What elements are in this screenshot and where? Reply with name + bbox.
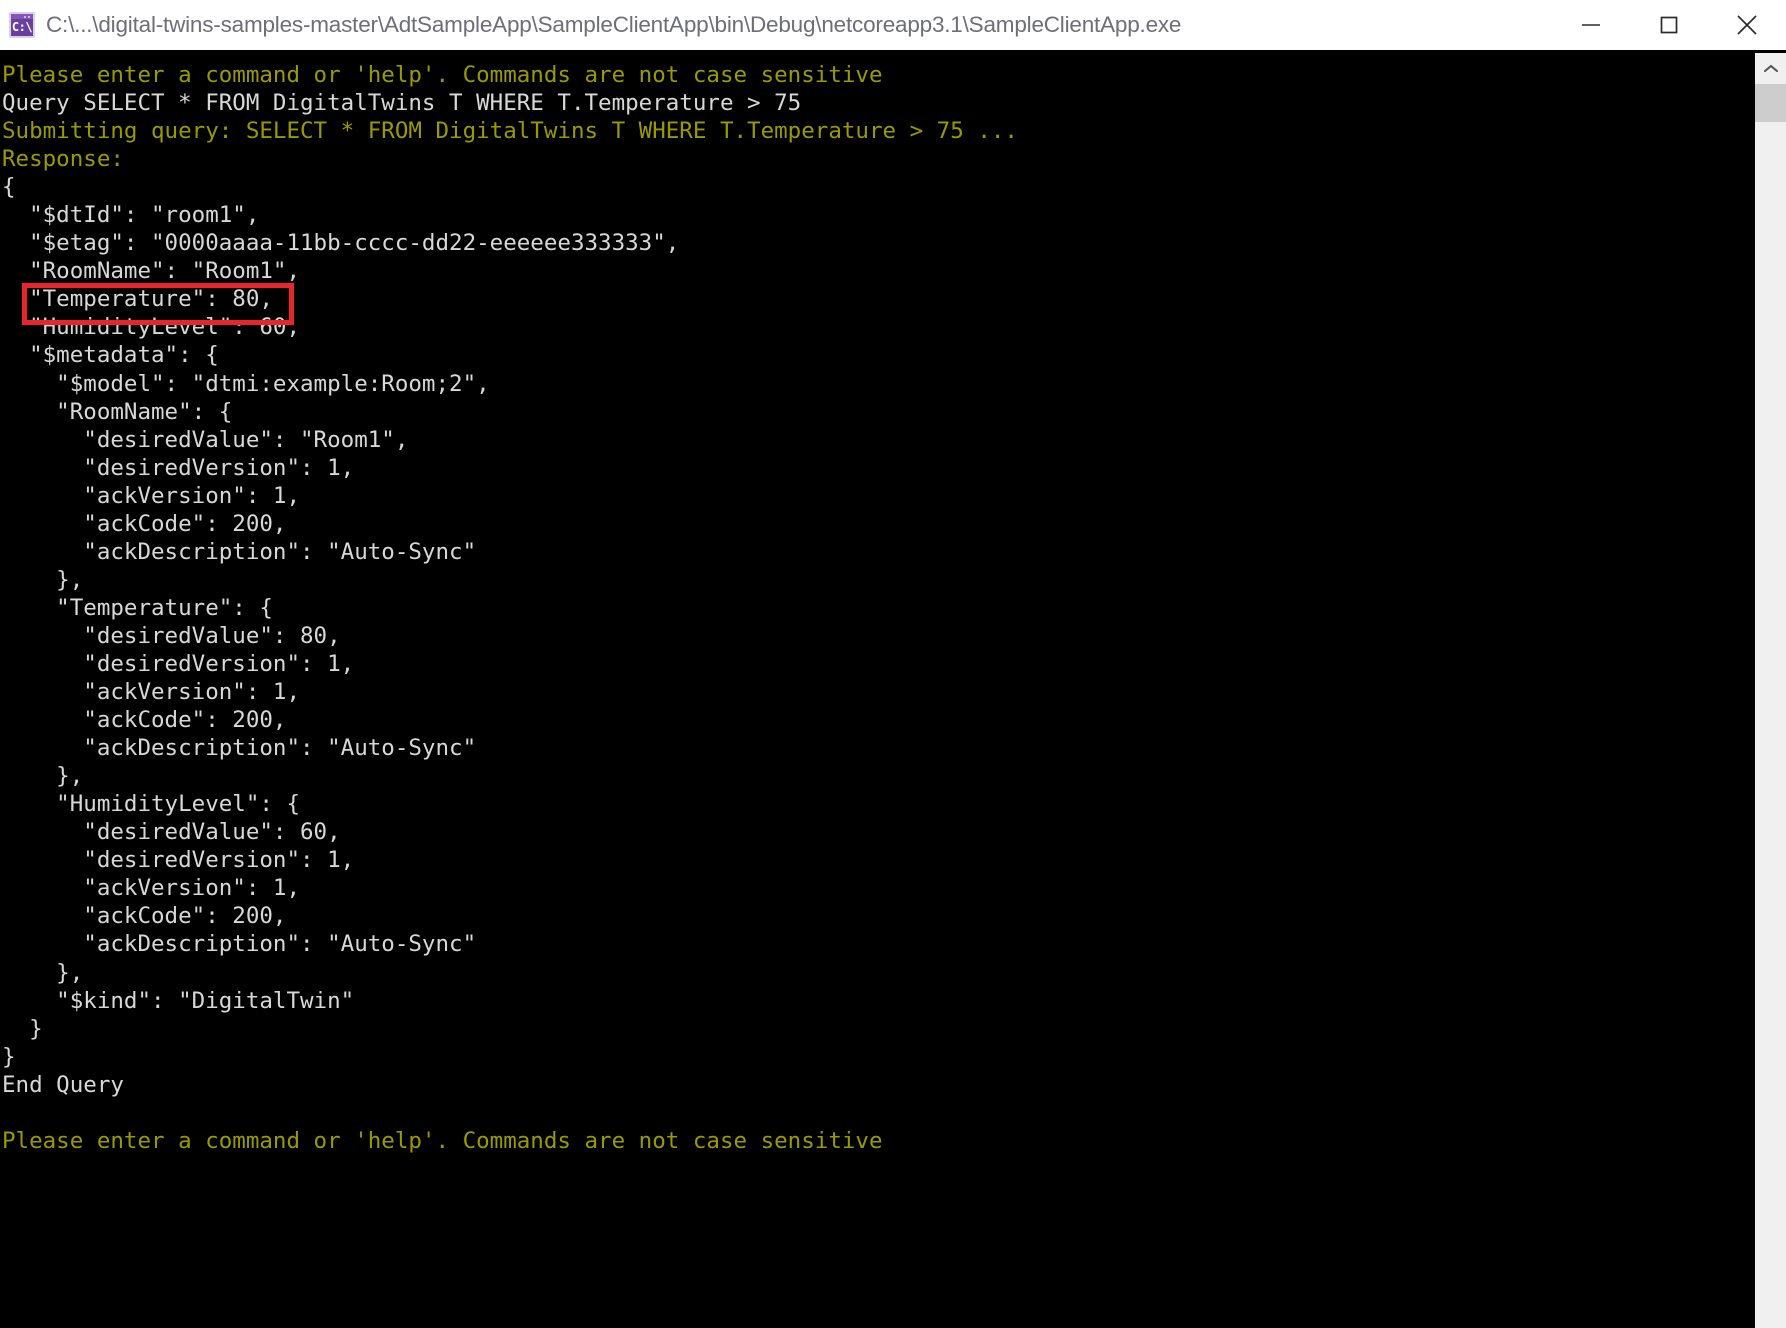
terminal-line: "Temperature": { — [2, 594, 273, 621]
scroll-up-arrow-icon[interactable] — [1755, 53, 1786, 84]
terminal-line: } — [2, 1043, 16, 1070]
terminal-line: "$metadata": { — [2, 342, 219, 369]
terminal-line: "desiredValue": 60, — [2, 819, 341, 846]
scrollbar-thumb[interactable] — [1755, 84, 1786, 122]
vertical-scrollbar[interactable] — [1755, 53, 1786, 1328]
terminal-line: "desiredVersion": 1, — [2, 650, 355, 677]
icon-topbar — [11, 14, 33, 19]
terminal-line: "desiredVersion": 1, — [2, 454, 355, 481]
terminal-line: "ackCode": 200, — [2, 510, 287, 537]
terminal-line: Please enter a command or 'help'. Comman… — [2, 1127, 883, 1154]
terminal-line: "$model": "dtmi:example:Room;2", — [2, 370, 490, 397]
terminal-line: Submitting query: SELECT * FROM DigitalT… — [2, 118, 1018, 145]
terminal-line: "$kind": "DigitalTwin" — [2, 987, 355, 1014]
terminal-line: "ackDescription": "Auto-Sync" — [2, 735, 477, 762]
close-button[interactable] — [1708, 0, 1786, 50]
maximize-button[interactable] — [1630, 0, 1708, 50]
terminal-line: "HumidityLevel": 60, — [2, 314, 301, 341]
terminal-line: "desiredValue": "Room1", — [2, 426, 409, 453]
console-window: C:\ C:\...\digital-twins-samples-master\… — [0, 0, 1786, 1328]
icon-dot-two — [28, 15, 30, 18]
window-title: C:\...\digital-twins-samples-master\AdtS… — [46, 12, 1182, 37]
icon-prompt-glyph: C:\ — [11, 20, 33, 34]
terminal-line: "ackCode": 200, — [2, 707, 287, 734]
terminal-lines: Please enter a command or 'help'. Comman… — [2, 61, 1755, 1155]
terminal-line: "ackDescription": "Auto-Sync" — [2, 931, 477, 958]
icon-dot-one — [24, 15, 26, 18]
terminal-line: Please enter a command or 'help'. Comman… — [2, 62, 883, 88]
terminal-output-area[interactable]: Please enter a command or 'help'. Comman… — [0, 53, 1755, 1328]
console-app-icon: C:\ — [9, 12, 35, 38]
window-titlebar[interactable]: C:\ C:\...\digital-twins-samples-master\… — [0, 0, 1786, 50]
terminal-line: "$etag": "0000aaaa-11bb-cccc-dd22-eeeeee… — [2, 230, 680, 257]
terminal-line: "ackVersion": 1, — [2, 875, 301, 902]
minimize-button[interactable] — [1552, 0, 1630, 50]
terminal-line: "ackVersion": 1, — [2, 679, 301, 706]
terminal-line: "ackVersion": 1, — [2, 482, 301, 509]
terminal-line: End Query — [2, 1071, 124, 1098]
scrollbar-track[interactable] — [1755, 84, 1786, 1328]
terminal-line: Response: — [2, 146, 124, 173]
terminal-line: }, — [2, 959, 84, 986]
terminal-line: "RoomName": "Room1", — [2, 258, 301, 285]
terminal-line: Query SELECT * FROM DigitalTwins T WHERE… — [2, 90, 802, 117]
terminal-line: "RoomName": { — [2, 398, 233, 425]
console-body: Please enter a command or 'help'. Comman… — [0, 50, 1786, 1328]
window-controls — [1552, 0, 1786, 50]
terminal-line: { — [2, 174, 16, 201]
terminal-line: }, — [2, 566, 84, 593]
terminal-line: "desiredVersion": 1, — [2, 847, 355, 874]
terminal-line: "ackCode": 200, — [2, 903, 287, 930]
terminal-line: } — [2, 1015, 43, 1042]
terminal-line: "HumidityLevel": { — [2, 791, 301, 818]
terminal-line: }, — [2, 763, 84, 790]
terminal-line: "$dtId": "room1", — [2, 202, 260, 229]
terminal-line: "Temperature": 80, — [2, 286, 273, 313]
terminal-line: "desiredValue": 80, — [2, 622, 341, 649]
terminal-line: "ackDescription": "Auto-Sync" — [2, 538, 477, 565]
